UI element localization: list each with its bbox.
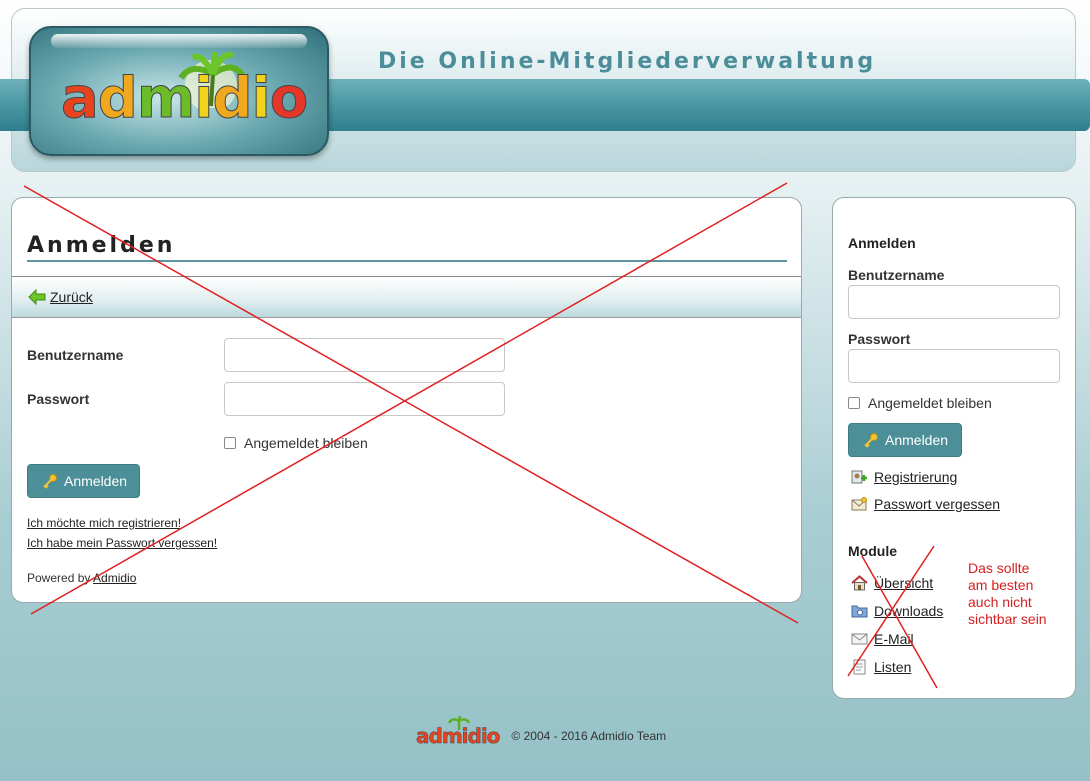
sidebar-password-input[interactable]	[848, 349, 1060, 383]
list-icon	[853, 659, 866, 675]
module-downloads-label: Downloads	[874, 603, 944, 619]
key-icon	[864, 433, 878, 448]
sidebar-login-heading: Anmelden	[848, 235, 916, 251]
back-link[interactable]: Zurück	[28, 289, 93, 305]
username-input[interactable]	[224, 338, 505, 372]
key-icon	[43, 474, 57, 489]
login-button[interactable]: Anmelden	[27, 464, 140, 498]
register-link[interactable]: Ich möchte mich registrieren!	[27, 516, 181, 530]
sidebar-password-label: Passwort	[848, 331, 911, 347]
sidebar-register-label: Registrierung	[874, 469, 958, 485]
sidebar-remember-label: Angemeldet bleiben	[868, 395, 992, 411]
module-downloads-link[interactable]: Downloads	[851, 603, 943, 619]
footer-logo: admidio	[416, 716, 501, 748]
module-overview-label: Übersicht	[874, 575, 934, 591]
annotation-note: Das sollte am besten auch nicht sichtbar…	[968, 560, 1078, 628]
page-title: Anmelden	[27, 233, 787, 262]
sidebar-login-button-label: Anmelden	[885, 432, 949, 448]
remember-checkbox[interactable]	[224, 437, 236, 449]
envelope-key-icon	[851, 497, 867, 511]
powered-by-prefix: Powered by	[27, 571, 91, 585]
remember-label: Angemeldet bleiben	[244, 435, 368, 451]
sidebar-username-input[interactable]	[848, 285, 1060, 319]
login-button-label: Anmelden	[64, 473, 128, 489]
page-header: admidio Die Online-Mitgliederverwaltung	[0, 8, 1090, 172]
annotation-line: am besten	[968, 577, 1034, 593]
username-label: Benutzername	[27, 347, 124, 363]
back-link-label: Zurück	[50, 289, 93, 305]
admidio-logo[interactable]: admidio	[29, 26, 329, 156]
annotation-line: auch nicht	[968, 594, 1032, 610]
password-label: Passwort	[27, 391, 90, 407]
powered-by: Powered by Admidio	[27, 571, 136, 585]
module-overview-link[interactable]: Übersicht	[851, 575, 933, 591]
annotation-line: sichtbar sein	[968, 611, 1047, 627]
home-icon	[851, 575, 868, 591]
back-arrow-icon	[28, 289, 46, 305]
password-input[interactable]	[224, 382, 505, 416]
envelope-icon	[851, 633, 868, 645]
module-lists-label: Listen	[874, 659, 912, 675]
header-tagline: Die Online-Mitgliederverwaltung	[378, 49, 877, 74]
sidebar-forgot-link[interactable]: Passwort vergessen	[851, 496, 1000, 512]
navigation-bar: Zurück	[12, 276, 801, 318]
annotation-line: Das sollte	[968, 560, 1030, 576]
sidebar-login-button[interactable]: Anmelden	[848, 423, 962, 457]
folder-camera-icon	[851, 605, 868, 618]
module-email-link[interactable]: E-Mail	[851, 631, 914, 647]
footer-copyright: © 2004 - 2016 Admidio Team	[511, 729, 667, 743]
page-footer: admidio © 2004 - 2016 Admidio Team	[416, 716, 667, 748]
footer-palm-icon	[448, 716, 470, 730]
module-email-label: E-Mail	[874, 631, 914, 647]
sidebar-register-link[interactable]: Registrierung	[851, 469, 957, 485]
sidebar-modules-heading: Module	[848, 543, 897, 559]
sidebar-remember-checkbox[interactable]	[848, 397, 860, 409]
powered-by-link[interactable]: Admidio	[93, 571, 136, 585]
sidebar-forgot-label: Passwort vergessen	[874, 496, 1001, 512]
register-icon	[851, 470, 867, 484]
sidebar-username-label: Benutzername	[848, 267, 945, 283]
forgot-password-link[interactable]: Ich habe mein Passwort vergessen!	[27, 536, 217, 550]
logo-gloss	[51, 34, 307, 48]
logo-text: admidio	[61, 66, 309, 132]
module-lists-link[interactable]: Listen	[851, 659, 911, 675]
login-card: Anmelden Zurück Benutzername Passwort An…	[11, 197, 802, 603]
